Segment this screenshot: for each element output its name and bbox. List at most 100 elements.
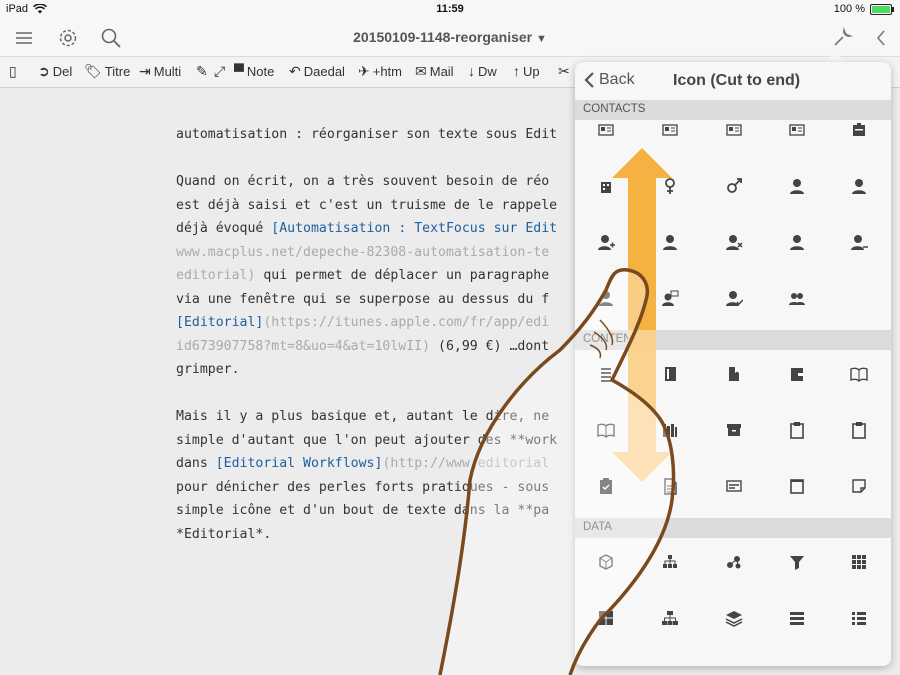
dw-button[interactable]: ↓ Dw xyxy=(468,63,497,79)
user-icon[interactable] xyxy=(661,233,679,251)
reply-icon: ↶ xyxy=(289,63,301,79)
clipboard-check-icon[interactable] xyxy=(597,477,615,495)
text-line: dans [Editorial Workflows](http://www.ed… xyxy=(176,452,596,476)
del-button[interactable]: ➲ Del xyxy=(38,63,72,80)
frame-icon[interactable] xyxy=(788,477,806,495)
document-title-text: 20150109-1148-reorganiser xyxy=(353,29,533,45)
list-rows-icon[interactable] xyxy=(788,609,806,627)
edit-button[interactable]: ✎ xyxy=(196,63,208,80)
battery-level: 100 % xyxy=(833,3,865,15)
user-icon[interactable] xyxy=(788,177,806,195)
male-icon[interactable] xyxy=(725,177,743,195)
open-book-icon[interactable] xyxy=(597,421,615,439)
document-title[interactable]: 20150109-1148-reorganiser ▼ xyxy=(0,29,900,45)
book-icon: ▯ xyxy=(9,63,17,79)
hierarchy-icon[interactable] xyxy=(661,553,679,571)
grid-large-icon[interactable] xyxy=(597,609,615,627)
export-icon: ⇥ xyxy=(139,63,151,79)
id-card-icon[interactable] xyxy=(661,121,679,139)
section-content: CONTENT xyxy=(575,330,891,350)
open-book-icon[interactable] xyxy=(850,365,868,383)
text-line: [Editorial](https://itunes.apple.com/fr/… xyxy=(176,311,596,335)
user-remove-icon[interactable] xyxy=(725,233,743,251)
wrench-icon[interactable] xyxy=(830,26,854,50)
list-bullets-icon[interactable] xyxy=(850,609,868,627)
navigation-bar: 20150109-1148-reorganiser ▼ xyxy=(0,20,900,56)
cut-button[interactable]: ✂ xyxy=(558,63,570,80)
note-button[interactable]: ▀ Note xyxy=(234,63,274,79)
user-minus-icon[interactable] xyxy=(850,233,868,251)
chevron-left-icon[interactable] xyxy=(870,26,894,50)
titre-button[interactable]: 🏷 Titre xyxy=(84,63,130,80)
scissors-icon: ✂ xyxy=(558,63,570,79)
book-button[interactable]: ▯ xyxy=(9,63,17,80)
text-line: Quand on écrit, on a très souvent besoin… xyxy=(176,174,550,189)
user-add-icon[interactable] xyxy=(597,233,615,251)
wallet-icon[interactable] xyxy=(788,365,806,383)
editor-text[interactable]: automatisation : réorganiser son texte s… xyxy=(176,123,596,546)
back-label: Back xyxy=(599,71,635,88)
layers-icon[interactable] xyxy=(725,609,743,627)
up-label: Up xyxy=(523,63,540,79)
building-icon[interactable] xyxy=(597,177,615,195)
text-line: simple icône et d'un bout de texte dans … xyxy=(176,503,550,518)
user-icon[interactable] xyxy=(597,289,615,307)
badge-icon[interactable] xyxy=(850,121,868,139)
female-icon[interactable] xyxy=(661,177,679,195)
cube-icon[interactable] xyxy=(597,553,615,571)
sticky-note-icon[interactable] xyxy=(850,477,868,495)
users-icon[interactable] xyxy=(788,289,806,307)
daedal-button[interactable]: ↶ Daedal xyxy=(289,63,345,80)
multi-button[interactable]: ⇥ Multi xyxy=(139,63,181,80)
url-text: (https://itunes.apple.com/fr/app/edi xyxy=(263,315,550,330)
clock: 11:59 xyxy=(436,3,464,15)
card-icon[interactable] xyxy=(725,477,743,495)
grid-icon[interactable] xyxy=(850,553,868,571)
popover-title: Icon (Cut to end) xyxy=(673,72,801,89)
filter-icon[interactable] xyxy=(788,553,806,571)
arrow-down-icon: ↓ xyxy=(468,63,475,79)
text-line: est déjà saisi et c'est un truisme de le… xyxy=(176,197,558,213)
arrow-up-icon: ↑ xyxy=(513,63,520,79)
archive-icon[interactable] xyxy=(725,421,743,439)
link-text: [Automatisation : TextFocus sur Edit xyxy=(271,221,558,236)
url-text: (http://www.editorial xyxy=(382,456,550,471)
text-span: dans xyxy=(176,456,216,471)
daedal-label: Daedal xyxy=(303,64,345,79)
user-icon[interactable] xyxy=(788,233,806,251)
id-card-icon[interactable] xyxy=(788,121,806,139)
user-icon[interactable] xyxy=(850,177,868,195)
mail-button[interactable]: ✉ Mail xyxy=(415,63,454,80)
expand-icon: ⤢ xyxy=(214,63,226,79)
user-comment-icon[interactable] xyxy=(661,289,679,307)
url-line: www.macplus.net/depeche-82308-automatisa… xyxy=(176,244,550,260)
htm-label: +htm xyxy=(372,64,402,79)
text-line: via une fenêtre qui se superpose au dess… xyxy=(176,291,550,307)
chevron-left-icon xyxy=(584,72,594,88)
text-line: grimper. xyxy=(176,362,240,377)
clipboard-icon[interactable] xyxy=(850,421,868,439)
id-card-icon[interactable] xyxy=(725,121,743,139)
user-check-icon[interactable] xyxy=(725,289,743,307)
section-label: CONTACTS xyxy=(583,103,646,115)
text-line: automatisation : réorganiser son texte s… xyxy=(176,127,558,142)
list-icon[interactable] xyxy=(597,365,615,383)
expand-button[interactable]: ⤢ xyxy=(214,63,225,80)
network-icon[interactable] xyxy=(725,553,743,571)
clipboard-icon[interactable] xyxy=(788,421,806,439)
id-card-icon[interactable] xyxy=(597,121,615,139)
notebook-icon[interactable] xyxy=(661,365,679,383)
document-icon[interactable] xyxy=(661,477,679,495)
htm-button[interactable]: ✈ +htm xyxy=(358,63,402,80)
mail-icon: ✉ xyxy=(415,63,427,79)
text-span: qui permet de déplacer un paragraphe xyxy=(255,268,550,283)
text-line: editorial) qui permet de déplacer un par… xyxy=(176,264,596,288)
sitemap-icon[interactable] xyxy=(661,609,679,627)
library-icon[interactable] xyxy=(661,421,679,439)
section-contacts: CONTACTS xyxy=(575,100,891,120)
url-text: id673907758?mt=8&uo=4&at=10lwII) xyxy=(176,338,431,354)
bookmark-icon[interactable] xyxy=(725,365,743,383)
up-button[interactable]: ↑ Up xyxy=(513,63,540,79)
back-button[interactable]: Back xyxy=(583,71,635,89)
mail-label: Mail xyxy=(429,64,454,79)
